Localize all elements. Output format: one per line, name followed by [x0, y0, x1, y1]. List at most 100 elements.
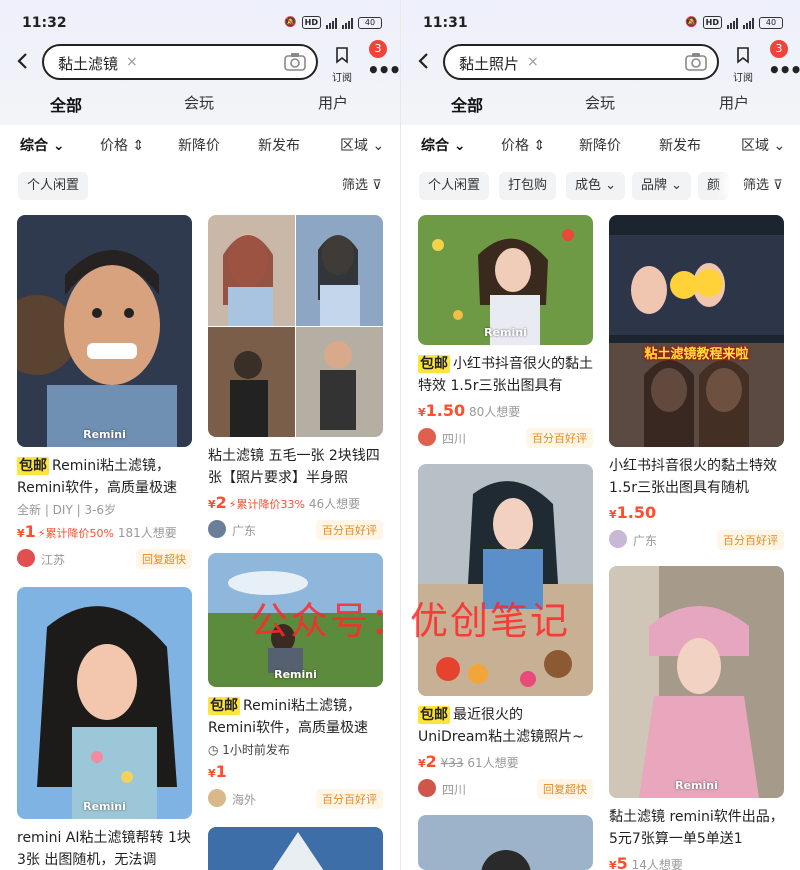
product-image — [208, 215, 383, 437]
camera-icon[interactable] — [284, 52, 306, 72]
mute-icon: 🔕 — [685, 17, 698, 28]
seller-row[interactable]: 江苏 回复超快 — [17, 549, 192, 569]
sort-new-release[interactable]: 新发布 — [258, 135, 300, 155]
product-card[interactable]: 粘土滤镜 五毛一张 2块钱四张【照片要求】半身照 ¥2 ⚡累计降价33% 46人想… — [208, 215, 383, 540]
sort-comprehensive[interactable]: 综合 ⌄ — [421, 135, 466, 155]
price-line: ¥5 14人想要 — [609, 854, 784, 870]
seller-location: 四川 — [442, 432, 467, 446]
search-input[interactable]: 黏土滤镜 × — [42, 44, 318, 80]
tab-bar: 全部 会玩 用户 — [401, 92, 800, 118]
tab-users[interactable]: 用户 — [719, 92, 749, 113]
seller-row[interactable]: 海外 百分百好评 — [208, 789, 383, 809]
battery-icon: 40 — [358, 16, 382, 29]
status-time: 11:32 — [22, 15, 67, 31]
product-price: ¥1 — [208, 762, 227, 781]
product-card[interactable] — [418, 815, 593, 870]
product-title: 小红书抖音很火的黏土特效 1.5r三张出图具有随机 — [609, 458, 777, 496]
product-image — [418, 815, 593, 870]
sort-region[interactable]: 区域 ⌄ — [741, 135, 785, 155]
seller-row[interactable]: 四川 百分百好评 — [418, 428, 593, 448]
price-drop: ⚡累计降价50% — [37, 527, 114, 540]
chip-color[interactable]: 颜 — [698, 172, 730, 200]
product-title: 包邮 最近很火的UniDream粘土滤镜照片~ — [418, 706, 584, 745]
tab-bar: 全部 会玩 用户 — [0, 92, 400, 118]
sort-price[interactable]: 价格 ⇕ — [100, 135, 144, 155]
status-icons: 🔕 HD 40 — [685, 16, 783, 29]
product-card[interactable]: 包邮 最近很火的UniDream粘土滤镜照片~ ¥2 ¥33 61人想要 四川 回… — [418, 464, 593, 799]
want-count: 80人想要 — [468, 405, 521, 419]
subscribe-button[interactable]: 订阅 — [328, 46, 356, 84]
status-time: 11:31 — [423, 15, 468, 31]
clear-icon[interactable]: × — [126, 54, 138, 70]
seller-location: 江苏 — [41, 553, 66, 567]
filter-chips: 个人闲置 筛选 ⊽ — [0, 165, 400, 209]
back-arrow-icon[interactable] — [14, 52, 32, 70]
chip-bundle[interactable]: 打包购 — [499, 172, 557, 200]
tab-all[interactable]: 全部 — [50, 92, 83, 116]
product-card[interactable]: Remini 黏土滤镜 remini软件出品，5元7张算一单5单送1 ¥5 14… — [609, 566, 784, 870]
filter-button[interactable]: 筛选 ⊽ — [731, 172, 800, 200]
seller-row[interactable]: 广东 百分百好评 — [208, 520, 383, 540]
product-card[interactable]: 粘土滤镜教程来啦 小红书抖音很火的黏土特效 1.5r三张出图具有随机 ¥1.50… — [609, 215, 784, 550]
product-price: ¥1 — [17, 522, 36, 541]
product-price: ¥1.50 — [418, 401, 466, 420]
original-price: ¥33 — [440, 756, 464, 770]
more-icon[interactable]: ••• — [768, 58, 800, 82]
seller-location: 海外 — [232, 793, 257, 807]
product-card[interactable]: Remini remini AI粘土滤镜帮转 1块3张 出图随机，无法调 — [17, 587, 192, 870]
chip-personal-idle[interactable]: 个人闲置 — [419, 172, 490, 200]
product-card[interactable] — [208, 827, 383, 870]
price-line: ¥1.50 — [609, 503, 784, 522]
product-image — [418, 464, 593, 696]
avatar — [17, 549, 35, 567]
watermark-remini: Remini — [83, 800, 126, 813]
price-line: ¥1 ⚡累计降价50% 181人想要 — [17, 522, 192, 541]
clear-icon[interactable]: × — [527, 54, 539, 70]
free-shipping-tag: 包邮 — [418, 706, 450, 724]
tab-play[interactable]: 会玩 — [585, 92, 615, 113]
signal-icon-2 — [743, 17, 754, 29]
tab-users[interactable]: 用户 — [318, 92, 348, 113]
avatar — [418, 779, 436, 797]
sort-comprehensive[interactable]: 综合 ⌄ — [20, 135, 65, 155]
sort-region[interactable]: 区域 ⌄ — [340, 135, 384, 155]
seller-location: 广东 — [633, 534, 658, 548]
sort-price[interactable]: 价格 ⇕ — [501, 135, 545, 155]
watermark-remini: Remini — [484, 326, 527, 339]
notification-badge: 3 — [369, 40, 387, 58]
product-grid: Remini 包邮 小红书抖音很火的黏土特效 1.5r三张出图具有 ¥1.50 8… — [401, 209, 800, 870]
want-count: 14人想要 — [631, 858, 683, 870]
product-image: Remini — [208, 553, 383, 687]
image-banner: 粘土滤镜教程来啦 — [644, 347, 749, 362]
avatar — [609, 530, 627, 548]
subscribe-label: 订阅 — [733, 73, 753, 84]
signal-icon — [326, 17, 337, 29]
price-line: ¥1.50 80人想要 — [418, 401, 593, 420]
avatar — [418, 428, 436, 446]
seller-row[interactable]: 广东 百分百好评 — [609, 530, 784, 550]
tab-all[interactable]: 全部 — [451, 92, 484, 116]
publish-time: ◷ 1小时前发布 — [208, 743, 290, 757]
more-icon[interactable]: ••• — [367, 58, 400, 82]
tab-play[interactable]: 会玩 — [184, 92, 214, 113]
sort-new-drop[interactable]: 新降价 — [579, 135, 621, 155]
product-card[interactable]: Remini 包邮 Remini粘土滤镜，Remini软件，高质量极速 ◷ 1小时… — [208, 553, 383, 809]
camera-icon[interactable] — [685, 52, 707, 72]
free-shipping-tag: 包邮 — [418, 355, 450, 373]
back-arrow-icon[interactable] — [415, 52, 433, 70]
sort-new-release[interactable]: 新发布 — [659, 135, 701, 155]
search-input[interactable]: 黏土照片 × — [443, 44, 719, 80]
chip-personal-idle[interactable]: 个人闲置 — [18, 172, 89, 200]
battery-level: 40 — [364, 17, 376, 27]
seller-location: 广东 — [232, 524, 257, 538]
filter-button[interactable]: 筛选 ⊽ — [330, 172, 400, 200]
sort-new-drop[interactable]: 新降价 — [178, 135, 220, 155]
chip-brand[interactable]: 品牌 ⌄ — [632, 172, 692, 200]
chip-condition[interactable]: 成色 ⌄ — [566, 172, 626, 200]
signal-icon-2 — [342, 17, 353, 29]
battery-level: 40 — [765, 17, 777, 27]
seller-row[interactable]: 四川 回复超快 — [418, 779, 593, 799]
product-card[interactable]: Remini 包邮 小红书抖音很火的黏土特效 1.5r三张出图具有 ¥1.50 8… — [418, 215, 593, 448]
subscribe-button[interactable]: 订阅 — [729, 46, 757, 84]
product-card[interactable]: Remini 包邮 Remini粘土滤镜，Remini软件，高质量极速 全新 | … — [17, 215, 192, 569]
